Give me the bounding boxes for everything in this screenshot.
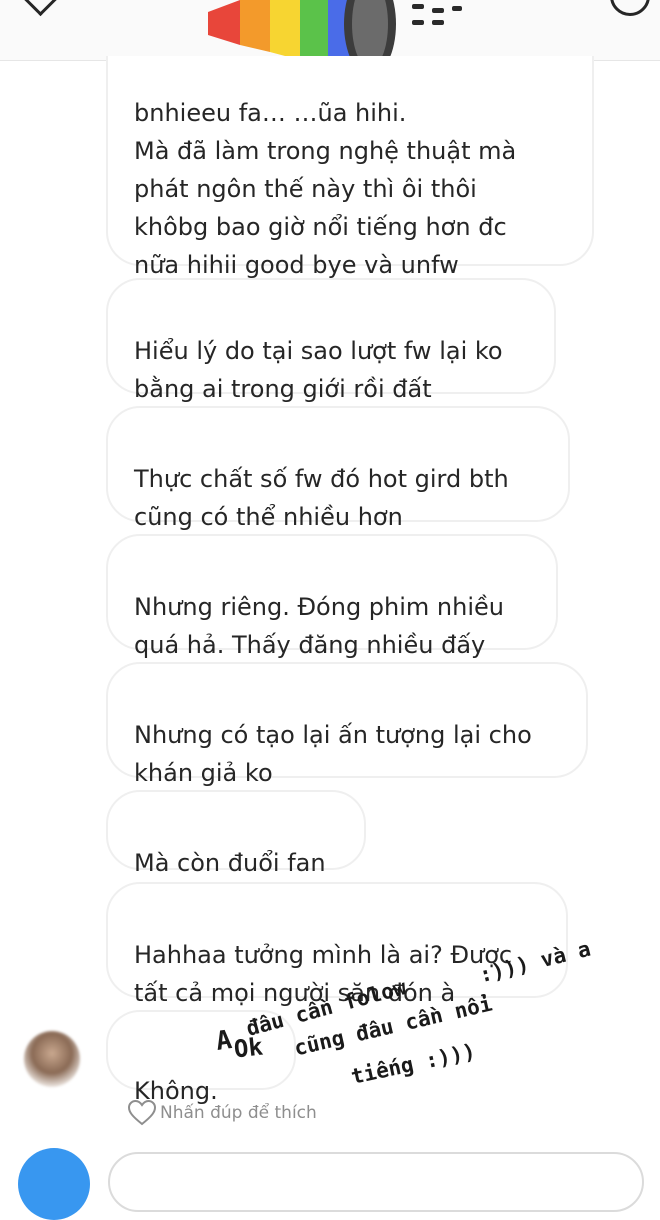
back-arrow-icon[interactable] — [22, 0, 59, 17]
message-text: Thực chất số fw đó hot gird bth cũng có … — [134, 465, 509, 531]
message-text: Nhưng có tạo lại ấn tượng lại cho khán g… — [134, 721, 532, 787]
message-text: Mà còn đuổi fan — [134, 849, 326, 877]
camera-icon[interactable] — [18, 1148, 90, 1220]
message-text: Nhưng riêng. Đóng phim nhiều quá hả. Thấ… — [134, 593, 504, 659]
message-text: Hiểu lý do tại sao lượt fw lại ko bằng a… — [134, 337, 503, 403]
like-hint[interactable]: Nhấn đúp để thích — [128, 1098, 317, 1128]
message-input[interactable] — [108, 1152, 644, 1212]
avatar[interactable] — [24, 1031, 80, 1087]
info-icon[interactable] — [610, 0, 650, 16]
message-bubble[interactable]: Thực chất số fw đó hot gird bth cũng có … — [106, 406, 570, 531]
message-bubble[interactable]: Mà còn đuổi fan — [106, 790, 366, 877]
message-text: bnhieeu fa… …ũa hihi. Mà đã làm trong ng… — [134, 99, 517, 279]
message-bubble[interactable]: Nhưng có tạo lại ấn tượng lại cho khán g… — [106, 662, 588, 787]
handwriting-line: tiếng :))) — [348, 1039, 478, 1089]
message-bubble[interactable]: Hiểu lý do tại sao lượt fw lại ko bằng a… — [106, 278, 556, 403]
heart-icon — [128, 1100, 156, 1126]
message-bubble[interactable]: Nhưng riêng. Đóng phim nhiều quá hả. Thấ… — [106, 534, 558, 659]
message-bubble[interactable]: bnhieeu fa… …ũa hihi. Mà đã làm trong ng… — [106, 56, 594, 279]
handwriting-line: Ok — [232, 1032, 265, 1064]
like-hint-label: Nhấn đúp để thích — [160, 1103, 317, 1123]
